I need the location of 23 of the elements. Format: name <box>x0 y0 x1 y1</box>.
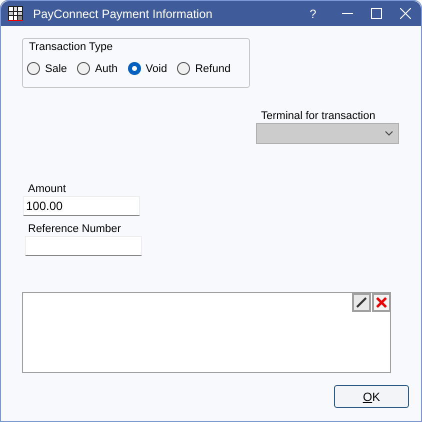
terminal-label: Terminal for transaction <box>261 109 376 124</box>
grid-icon <box>8 6 23 21</box>
radio-button[interactable] <box>177 62 190 76</box>
chevron-down-icon <box>385 131 393 136</box>
amount-field[interactable]: 100.00 <box>23 196 140 216</box>
ok-button[interactable]: OK <box>334 385 409 408</box>
reference-number-field[interactable] <box>25 236 142 256</box>
amount-label: Amount <box>28 182 66 197</box>
help-button[interactable]: ? <box>298 1 328 26</box>
radio-button[interactable] <box>27 62 40 76</box>
radio-option[interactable]: Auth <box>77 60 118 77</box>
radio-option[interactable]: Sale <box>27 60 68 77</box>
maximize-icon[interactable] <box>371 8 382 19</box>
group-label: Transaction Type <box>29 40 114 55</box>
close-icon[interactable] <box>400 8 411 19</box>
window-title: PayConnect Payment Information <box>33 6 212 22</box>
reference-number-label: Reference Number <box>28 222 121 237</box>
radio-option[interactable]: Refund <box>177 60 231 77</box>
radio-button[interactable] <box>128 62 141 76</box>
radio-button[interactable] <box>77 62 90 76</box>
delete-button[interactable] <box>372 293 391 312</box>
pencil-button[interactable] <box>352 293 371 312</box>
radio-option[interactable]: Void <box>128 60 168 77</box>
